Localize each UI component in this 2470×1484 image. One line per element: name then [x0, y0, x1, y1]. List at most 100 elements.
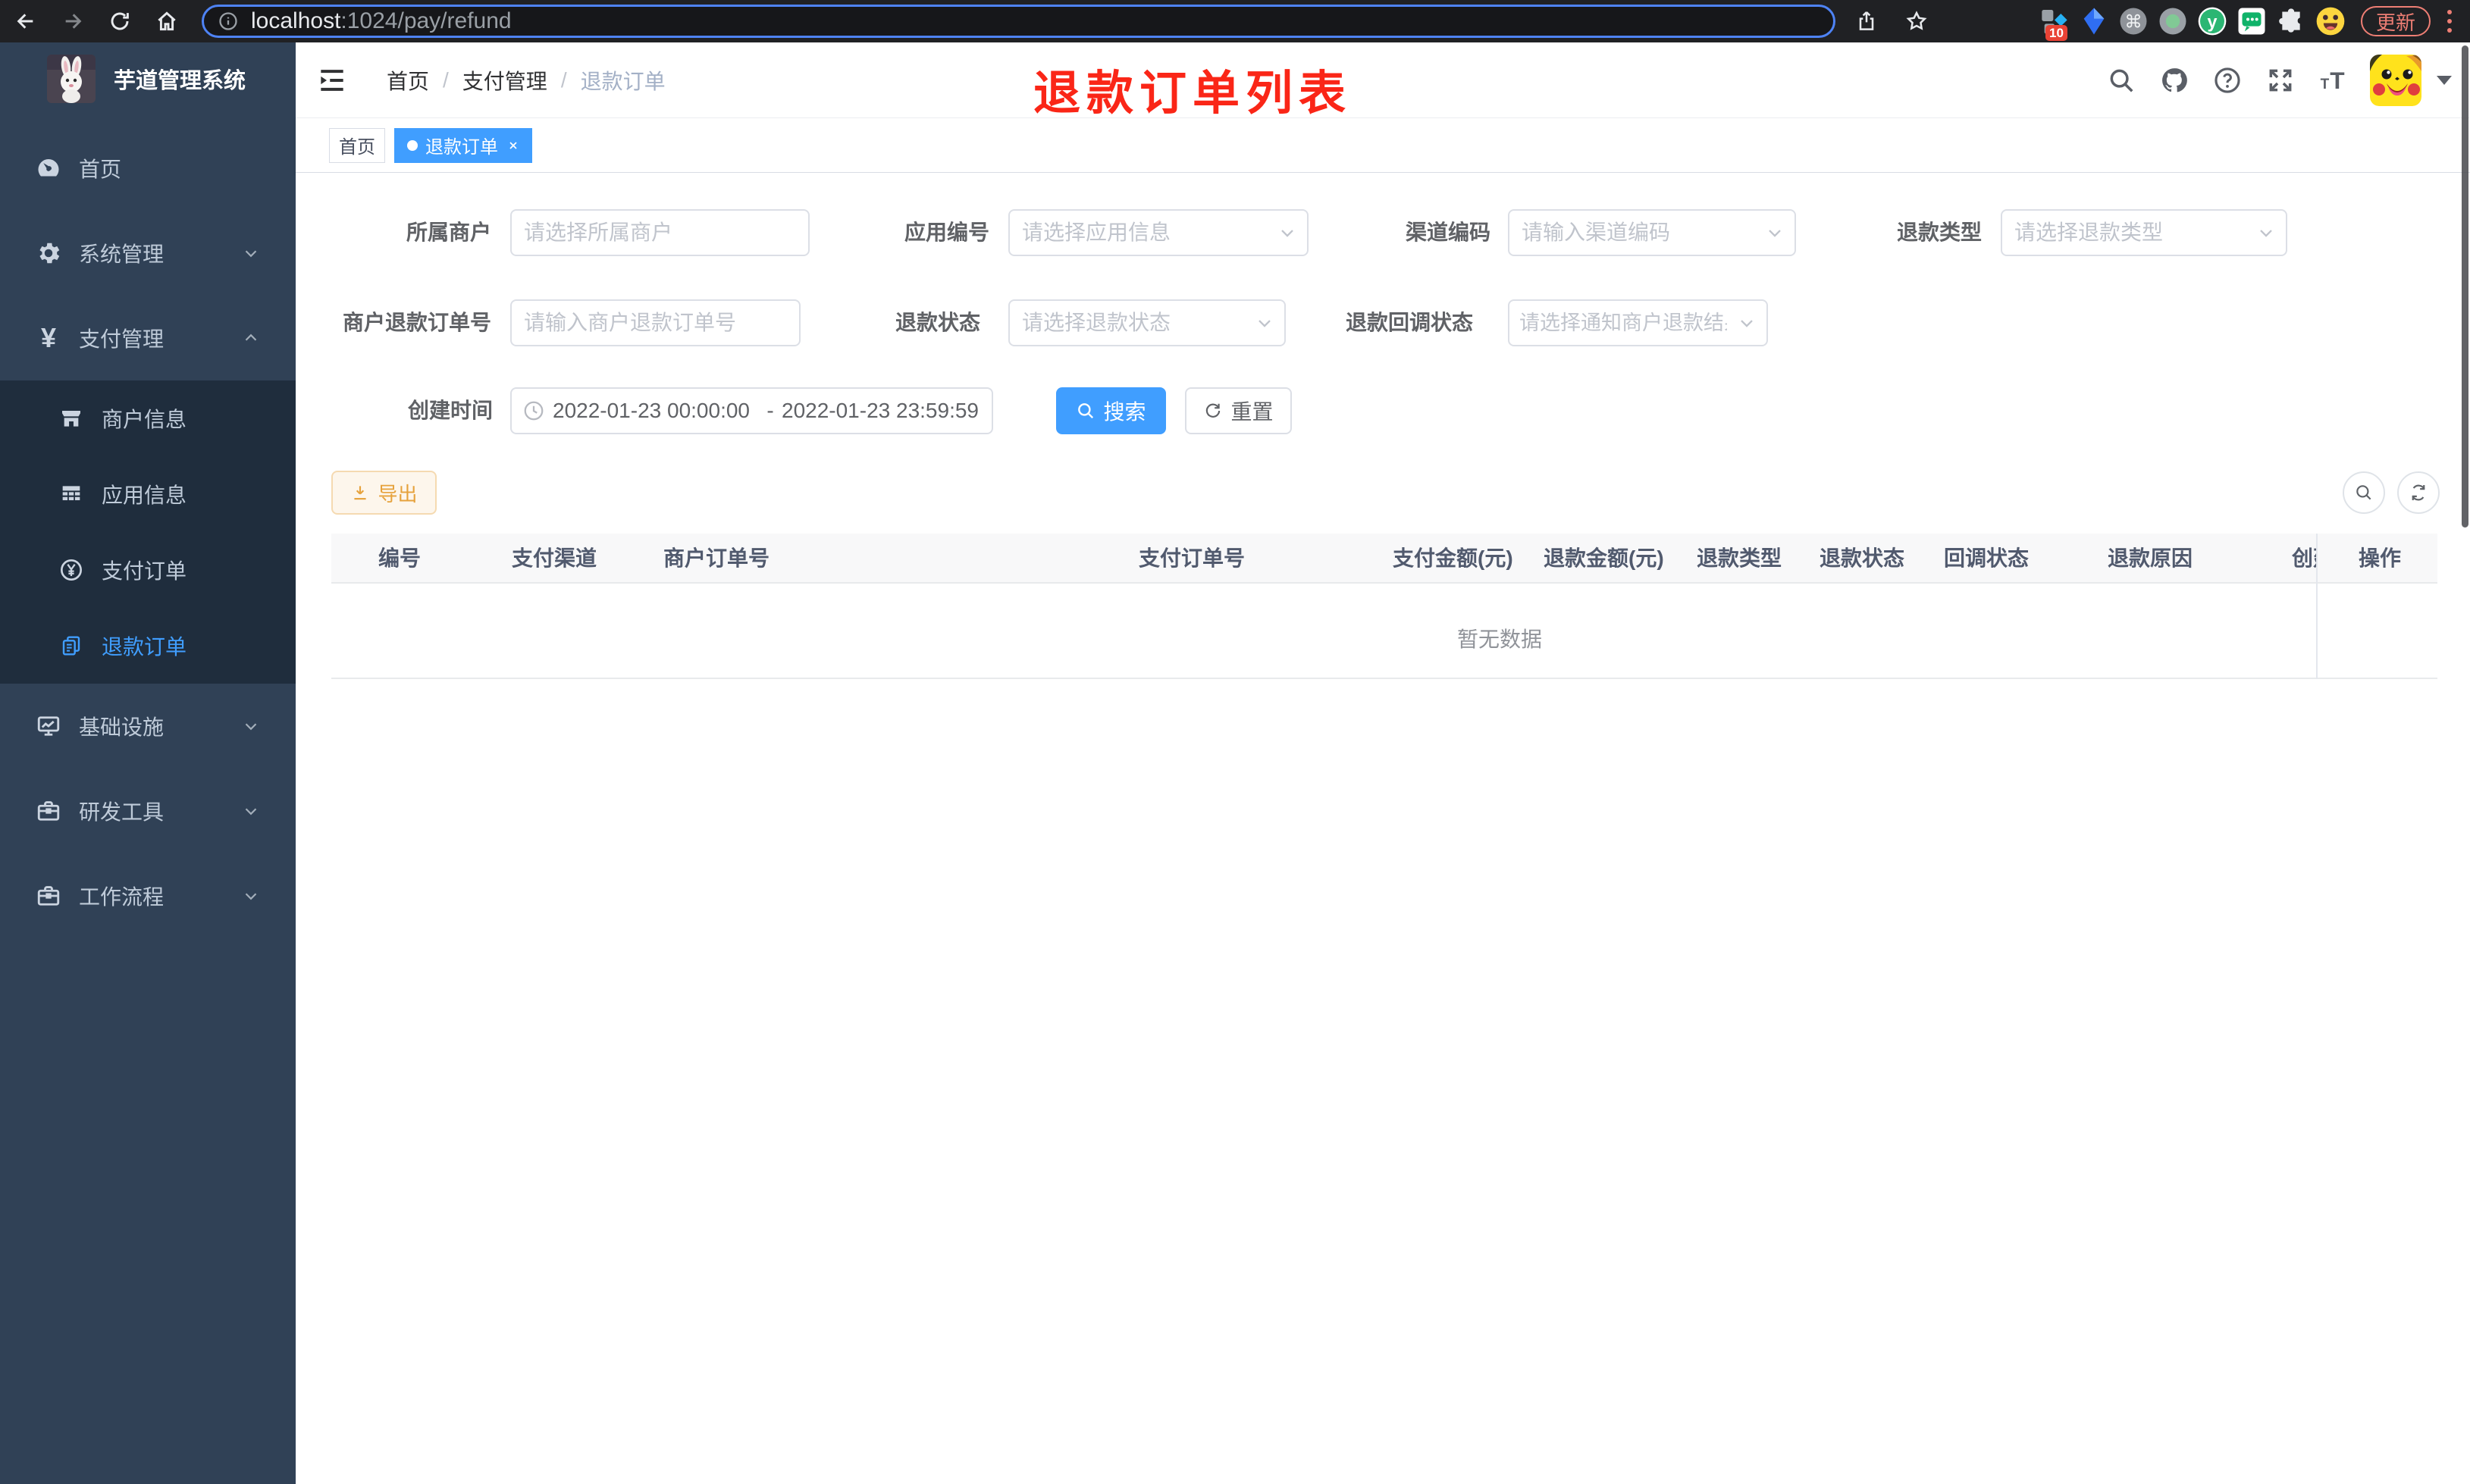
address-bar[interactable]: localhost:1024/pay/refund [202, 5, 1835, 38]
merchant-refund-no-field[interactable] [510, 299, 801, 346]
avatar-caret-icon[interactable] [2437, 76, 2452, 85]
toggle-search-button[interactable] [2343, 471, 2385, 514]
breadcrumb-home[interactable]: 首页 [387, 65, 429, 95]
channel-select-input[interactable] [1509, 211, 1795, 255]
top-navbar: 首页 / 支付管理 / 退款订单 退款订单列表 T T [296, 42, 2470, 120]
channel-filter-label: 渠道编码 [1405, 221, 1490, 244]
column-header-create-time: 创建时间 [2292, 546, 2318, 570]
chrome-menu-button[interactable] [2438, 5, 2461, 38]
back-arrow-icon [17, 14, 33, 29]
tab-label: 首页 [339, 137, 375, 158]
merchant-refund-no-input[interactable] [512, 301, 799, 345]
github-link-button[interactable] [2158, 64, 2191, 97]
search-button[interactable]: 搜索 [1056, 387, 1166, 434]
refund-type-select[interactable] [2001, 209, 2287, 256]
dot-extension-icon [2159, 8, 2186, 35]
refund-status-select[interactable] [1008, 299, 1286, 346]
extension-recorder[interactable] [2153, 2, 2193, 41]
table-empty-text: 暂无数据 [1456, 628, 1542, 651]
sidebar-item-workflow[interactable]: 工作流程 [0, 853, 296, 938]
refund-type-select-input[interactable] [2002, 211, 2286, 255]
tab-home[interactable]: 首页 [329, 127, 385, 163]
refresh-table-button[interactable] [2397, 471, 2440, 514]
home-icon [158, 11, 176, 31]
merchant-select[interactable] [510, 209, 810, 256]
column-header-pay-order: 支付订单号 [1139, 546, 1246, 570]
create-time-range-picker[interactable]: 2022-01-23 00:00:00 - 2022-01-23 23:59:5… [510, 387, 993, 434]
column-header-pay-channel: 支付渠道 [512, 546, 597, 570]
font-size-button[interactable]: T T [2317, 64, 2350, 97]
date-range-end[interactable]: 2022-01-23 23:59:59 [782, 399, 988, 423]
gear-icon [33, 240, 64, 267]
sidebar-item-refund-order[interactable]: 退款订单 [0, 608, 296, 684]
tab-refund-order[interactable]: 退款订单 [394, 127, 532, 163]
column-header-notify-status: 回调状态 [1944, 546, 2030, 570]
notify-status-select-input[interactable] [1509, 301, 1766, 345]
browser-back-button[interactable] [9, 5, 42, 38]
profile-avatar-emoji[interactable] [2311, 2, 2350, 41]
sidebar-item-system[interactable]: 系统管理 [0, 211, 296, 296]
sidebar-item-payment[interactable]: ¥ 支付管理 [0, 296, 296, 380]
create-time-label: 创建时间 [407, 399, 493, 422]
extensions-menu[interactable] [2271, 2, 2311, 41]
extension-gem[interactable] [2074, 2, 2114, 41]
merchant-select-input[interactable] [512, 211, 808, 255]
page-scrollbar-thumb[interactable] [2462, 45, 2468, 528]
puzzle-icon [2279, 8, 2300, 33]
bookmark-button[interactable] [1900, 5, 1933, 38]
user-avatar[interactable] [2370, 55, 2421, 106]
column-header-refund-reason: 退款原因 [2108, 546, 2193, 570]
tab-label: 退款订单 [425, 137, 498, 158]
clock-icon [522, 399, 545, 422]
app-select[interactable] [1008, 209, 1309, 256]
app-select-input[interactable] [1010, 211, 1307, 255]
table-grid-icon [58, 482, 85, 506]
help-button[interactable] [2211, 64, 2244, 97]
yen-circle-icon [58, 558, 85, 582]
active-tab-dot [407, 139, 418, 151]
app-logo[interactable]: 芋道管理系统 [0, 42, 296, 115]
share-button[interactable] [1850, 5, 1883, 38]
extension-collections[interactable]: 10 [2035, 2, 2074, 41]
chrome-update-button[interactable]: 更新 [2360, 6, 2431, 36]
sidebar-item-dev-tools[interactable]: 研发工具 [0, 769, 296, 853]
extension-yuque[interactable]: y [2193, 2, 2232, 41]
sidebar-item-label: 商户信息 [102, 408, 187, 431]
merchant-filter-label: 所属商户 [406, 221, 491, 244]
date-range-start[interactable]: 2022-01-23 00:00:00 [553, 399, 759, 423]
browser-home-button[interactable] [150, 5, 183, 38]
browser-reload-button[interactable] [103, 5, 136, 38]
browser-forward-button[interactable] [56, 5, 89, 38]
sidebar-item-home[interactable]: 首页 [0, 126, 296, 211]
fullscreen-icon [2269, 69, 2292, 92]
refund-status-select-input[interactable] [1010, 301, 1284, 345]
sidebar-item-infrastructure[interactable]: 基础设施 [0, 684, 296, 769]
command-extension-icon: ⌘ [2120, 8, 2147, 35]
page-content: 所属商户 应用编号 渠道编码 退款类型 商户退款订单号 [296, 173, 2470, 1484]
close-icon [509, 141, 517, 149]
header-search-button[interactable] [2105, 64, 2138, 97]
sidebar-item-label: 支付管理 [79, 327, 165, 351]
extension-chat[interactable] [2232, 2, 2271, 41]
pikachu-avatar-image [2370, 55, 2421, 106]
chevron-up-icon [241, 328, 261, 348]
notify-status-select[interactable] [1508, 299, 1768, 346]
column-header-refund-status: 退款状态 [1820, 546, 1905, 570]
star-icon [1906, 11, 1927, 30]
extension-command[interactable]: ⌘ [2114, 2, 2153, 41]
sidebar-item-merchant-info[interactable]: 商户信息 [0, 380, 296, 456]
tab-close-button[interactable] [507, 139, 519, 152]
search-icon [2110, 69, 2133, 92]
channel-select[interactable] [1508, 209, 1796, 256]
fullscreen-button[interactable] [2264, 64, 2297, 97]
svg-text:T: T [2321, 77, 2330, 92]
sidebar-item-app-info[interactable]: 应用信息 [0, 456, 296, 532]
column-header-refund-type: 退款类型 [1697, 546, 1782, 570]
gem-extension-icon [2083, 8, 2105, 35]
sidebar-item-pay-order[interactable]: 支付订单 [0, 532, 296, 608]
sidebar-toggle-button[interactable] [315, 64, 349, 97]
chat-extension-icon [2238, 8, 2265, 35]
export-button[interactable]: 导出 [331, 471, 437, 515]
monitor-chart-icon [33, 712, 64, 740]
reset-button[interactable]: 重置 [1185, 387, 1292, 434]
